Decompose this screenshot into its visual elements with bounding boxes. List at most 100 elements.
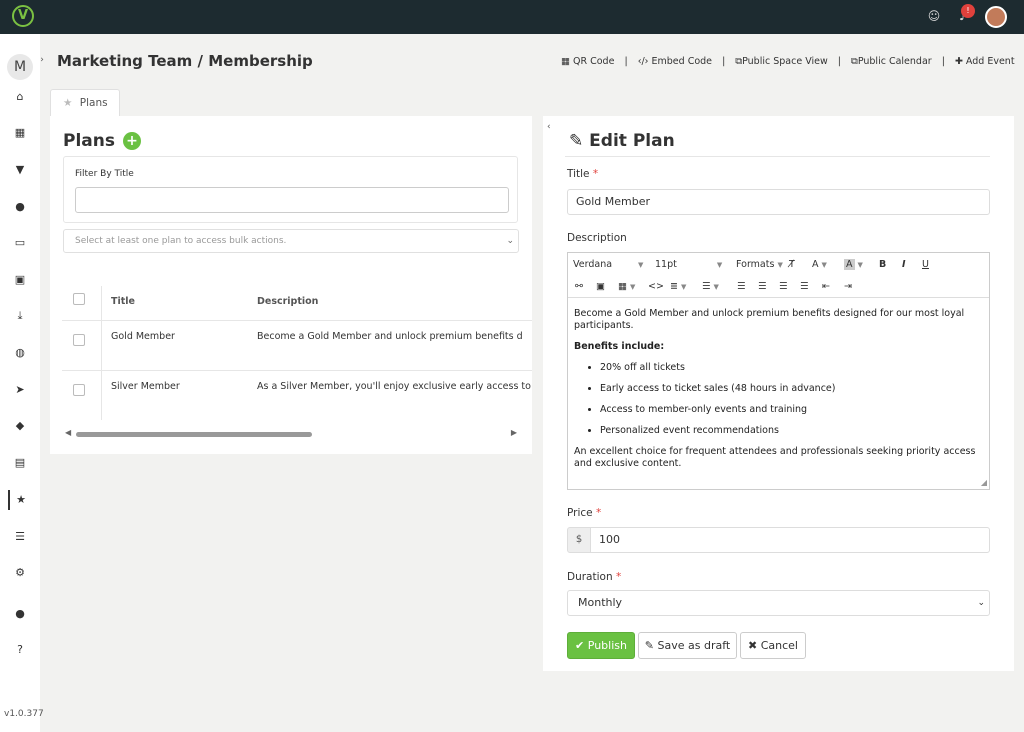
- tags-icon[interactable]: ◆: [8, 416, 32, 436]
- table-icon[interactable]: ▦ ▼: [618, 280, 635, 294]
- justify-icon[interactable]: ☰: [800, 280, 809, 294]
- save-draft-button[interactable]: ✎ Save as draft: [638, 632, 737, 659]
- column-divider: [101, 286, 102, 320]
- top-bar: V ☺ ♪ !: [0, 0, 1024, 34]
- formats-value: Formats: [736, 259, 775, 270]
- download-icon[interactable]: ⤓: [8, 306, 32, 326]
- editor-toolbar-row: Verdana ▼ 11pt ▼ Formats ▼ T̸ A ▼ A ▼ B I U: [568, 254, 989, 276]
- public-calendar-link[interactable]: ⧉Public Calendar: [851, 56, 932, 67]
- image-icon[interactable]: ▣: [596, 280, 605, 294]
- font-family-select[interactable]: Verdana ▼: [573, 258, 643, 272]
- text-color-glyph: A: [812, 259, 819, 270]
- align-center-icon[interactable]: ☰: [758, 280, 767, 294]
- home-icon[interactable]: ⌂: [8, 87, 32, 107]
- app-logo[interactable]: V: [12, 5, 34, 27]
- public-space-view-link[interactable]: ⧉Public Space View: [735, 56, 827, 67]
- caret-icon: ▼: [821, 261, 827, 269]
- user-icon[interactable]: ●: [8, 604, 32, 624]
- notification-badge[interactable]: !: [961, 4, 975, 18]
- separator: |: [837, 56, 841, 67]
- column-header-title[interactable]: Title: [111, 296, 135, 307]
- table-row[interactable]: Gold Member Become a Gold Member and unl…: [62, 320, 532, 370]
- publish-button[interactable]: ✔ Publish: [567, 632, 635, 659]
- link-icon[interactable]: ⚯: [575, 280, 583, 294]
- background-color-icon[interactable]: A ▼: [844, 258, 863, 272]
- chevron-down-icon: ⌄: [506, 236, 514, 246]
- column-divider: [101, 371, 102, 420]
- font-size-select[interactable]: 11pt ▼: [655, 258, 722, 272]
- tab-plans[interactable]: ★ Plans: [50, 89, 120, 117]
- user-avatar[interactable]: [985, 6, 1007, 28]
- support-agent-icon[interactable]: ☺: [926, 8, 942, 24]
- filter-icon[interactable]: ▼: [8, 160, 32, 180]
- cancel-button[interactable]: ✖ Cancel: [740, 632, 806, 659]
- title-input[interactable]: Gold Member: [567, 189, 990, 215]
- numbered-list-icon[interactable]: ≣ ▼: [670, 280, 686, 294]
- add-plan-button[interactable]: +: [123, 132, 141, 150]
- plans-heading: Plans: [63, 131, 115, 151]
- horizontal-scrollbar[interactable]: ◀ ▶: [62, 427, 520, 441]
- italic-icon[interactable]: I: [902, 258, 906, 272]
- cogs-icon[interactable]: ⚙: [8, 563, 32, 583]
- table-row[interactable]: Silver Member As a Silver Member, you'll…: [62, 370, 532, 420]
- benefits-heading: Benefits include:: [574, 341, 665, 352]
- edit-plan-heading-text: Edit Plan: [589, 131, 675, 151]
- required-mark: *: [595, 507, 602, 519]
- image-icon[interactable]: ▣: [8, 270, 32, 290]
- column-header-description[interactable]: Description: [257, 296, 318, 307]
- editor-toolbar-row: ⚯ ▣ ▦ ▼ <> ≣ ▼ ☰ ▼ ☰ ☰ ☰ ☰ ⇤ ⇥: [568, 276, 989, 298]
- row-checkbox[interactable]: [73, 334, 85, 346]
- duration-select[interactable]: Monthly ⌄: [567, 590, 990, 616]
- scroll-left-icon[interactable]: ◀: [65, 428, 71, 437]
- cancel-label: Cancel: [760, 639, 798, 652]
- description-closing: An excellent choice for frequent attende…: [574, 446, 976, 469]
- pencil-icon: ✎: [569, 131, 584, 151]
- price-input[interactable]: 100: [590, 527, 990, 553]
- clear-formatting-icon[interactable]: T̸: [789, 258, 795, 272]
- calendar-icon[interactable]: ▦: [8, 123, 32, 143]
- description-intro: Become a Gold Member and unlock premium …: [574, 308, 965, 331]
- text-color-icon[interactable]: A ▼: [812, 258, 827, 272]
- resize-handle-icon[interactable]: ◢: [981, 478, 987, 487]
- filter-title-input[interactable]: [75, 187, 509, 213]
- list-item: Access to member-only events and trainin…: [600, 404, 984, 416]
- required-mark: *: [592, 168, 599, 180]
- row-checkbox[interactable]: [73, 384, 85, 396]
- editor-content[interactable]: Become a Gold Member and unlock premium …: [574, 308, 984, 479]
- top-actions: ▦ QR Code | ‹/› Embed Code | ⧉Public Spa…: [561, 56, 1015, 70]
- bullet-list-icon[interactable]: ☰ ▼: [702, 280, 719, 294]
- underline-icon[interactable]: U: [922, 258, 929, 272]
- sidebar-expand-icon[interactable]: ›: [36, 54, 48, 66]
- separator: |: [941, 56, 945, 67]
- version-label: v1.0.377: [4, 709, 44, 719]
- scroll-right-icon[interactable]: ▶: [511, 428, 517, 437]
- indent-icon[interactable]: ⇥: [844, 280, 852, 294]
- embed-code-label: Embed Code: [651, 56, 713, 67]
- qr-code-link[interactable]: ▦ QR Code: [561, 56, 614, 67]
- scroll-thumb[interactable]: [76, 432, 312, 437]
- align-left-icon[interactable]: ☰: [737, 280, 746, 294]
- embed-code-link[interactable]: ‹/› Embed Code: [638, 56, 712, 67]
- add-event-link[interactable]: ✚ Add Event: [955, 56, 1015, 67]
- outdent-icon[interactable]: ⇤: [822, 280, 830, 294]
- id-card-icon[interactable]: ▤: [8, 453, 32, 473]
- formats-select[interactable]: Formats ▼: [736, 258, 783, 272]
- plus-icon: ✚: [954, 56, 966, 67]
- location-pin-icon[interactable]: ●: [8, 197, 32, 217]
- globe-icon[interactable]: ◍: [8, 343, 32, 363]
- select-all-checkbox[interactable]: [73, 293, 85, 305]
- space-avatar[interactable]: M: [7, 54, 33, 80]
- bold-icon[interactable]: B: [879, 258, 886, 272]
- help-icon[interactable]: ?: [8, 640, 32, 660]
- monitor-icon[interactable]: ▭: [8, 233, 32, 253]
- separator: |: [722, 56, 726, 67]
- code-icon[interactable]: <>: [648, 280, 664, 294]
- paper-plane-icon[interactable]: ➤: [8, 380, 32, 400]
- bulk-actions-select[interactable]: Select at least one plan to access bulk …: [63, 229, 519, 253]
- align-right-icon[interactable]: ☰: [779, 280, 788, 294]
- star-icon[interactable]: ★: [8, 490, 32, 510]
- list-icon[interactable]: ☰: [8, 527, 32, 547]
- duration-label: Duration *: [567, 571, 621, 583]
- filter-label: Filter By Title: [75, 169, 134, 179]
- collapse-panel-icon[interactable]: ‹: [547, 122, 551, 132]
